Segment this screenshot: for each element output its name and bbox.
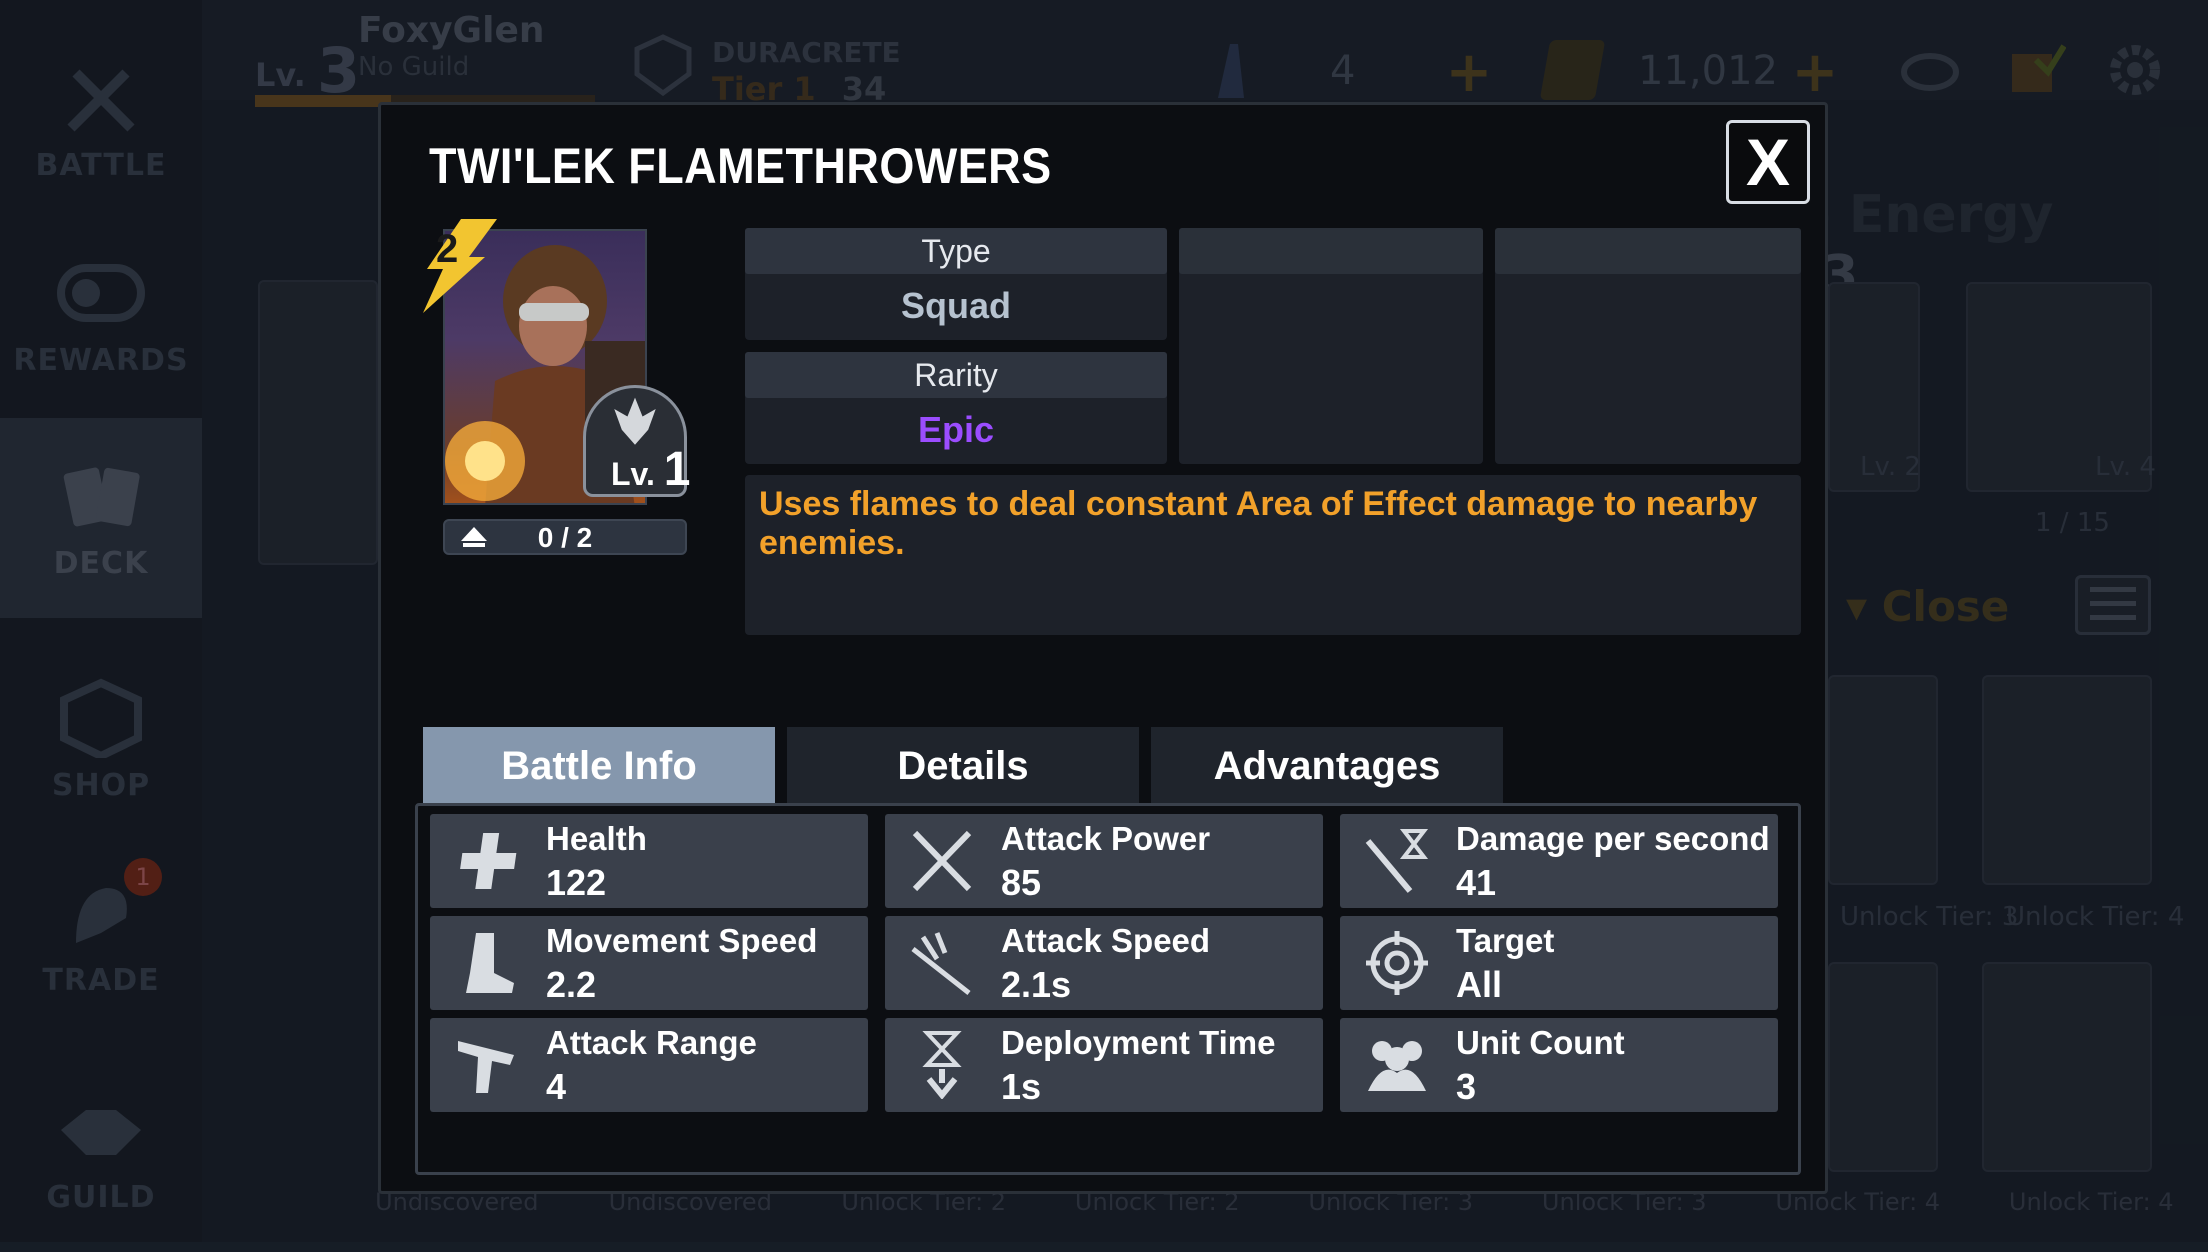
stat-label: Target: [1456, 922, 1554, 960]
stat-value: 2.1s: [1001, 964, 1071, 1006]
stat-label: Attack Power: [1001, 820, 1210, 858]
stat-attack-speed: Attack Speed 2.1s: [885, 916, 1323, 1010]
stat-value: 122: [546, 862, 606, 904]
tab-battle-info[interactable]: Battle Info: [423, 727, 775, 805]
card-level: Lv. 1: [611, 442, 690, 497]
stat-value: 1s: [1001, 1066, 1041, 1108]
card-upgrade-progress: 0 / 2: [443, 519, 687, 555]
tab-advantages[interactable]: Advantages: [1151, 727, 1503, 805]
stat-value: 41: [1456, 862, 1496, 904]
boot-icon: [454, 929, 520, 997]
stat-attack-power: Attack Power 85: [885, 814, 1323, 908]
stat-value: 3: [1456, 1066, 1476, 1108]
stat-label: Health: [546, 820, 647, 858]
crossed-swords-icon: [909, 827, 975, 895]
type-value: Squad: [745, 285, 1167, 327]
rarity-label: Rarity: [745, 352, 1167, 398]
stat-deployment-time: Deployment Time 1s: [885, 1018, 1323, 1112]
stat-value: 4: [546, 1066, 566, 1108]
unit-info-modal: TWI'LEK FLAMETHROWERS X 2 Lv. 1 0 / 2 Ty…: [378, 102, 1828, 1194]
group-icon: [1364, 1031, 1430, 1099]
stat-health: Health 122: [430, 814, 868, 908]
stat-movement-speed: Movement Speed 2.2: [430, 916, 868, 1010]
stat-value: 2.2: [546, 964, 596, 1006]
dps-hourglass-icon: [1364, 827, 1430, 895]
stat-value: 85: [1001, 862, 1041, 904]
type-label: Type: [745, 228, 1167, 274]
stat-label: Unit Count: [1456, 1024, 1625, 1062]
tab-details[interactable]: Details: [787, 727, 1139, 805]
close-button[interactable]: X: [1726, 120, 1810, 204]
blaster-icon: [454, 1031, 520, 1099]
stat-label: Damage per second: [1456, 820, 1770, 858]
attack-speed-icon: [909, 929, 975, 997]
battle-info-stats: Health 122 Attack Power 85 Damage per se…: [415, 803, 1801, 1175]
crosshair-icon: [1364, 929, 1430, 997]
rarity-value: Epic: [745, 409, 1167, 451]
stat-label: Attack Range: [546, 1024, 757, 1062]
stat-attack-range: Attack Range 4: [430, 1018, 868, 1112]
stat-damage-per-second: Damage per second 41: [1340, 814, 1778, 908]
unit-title: TWI'LEK FLAMETHROWERS: [429, 137, 1052, 195]
unit-description: Uses flames to deal constant Area of Eff…: [745, 475, 1801, 635]
stat-unit-count: Unit Count 3: [1340, 1018, 1778, 1112]
empty-attribute-slot: [1179, 228, 1483, 464]
stat-label: Movement Speed: [546, 922, 817, 960]
energy-cost-value: 2: [436, 227, 458, 272]
deploy-hourglass-icon: [909, 1031, 975, 1099]
stat-target: Target All: [1340, 916, 1778, 1010]
stat-value: All: [1456, 964, 1502, 1006]
health-cross-icon: [454, 827, 520, 895]
empty-attribute-slot: [1495, 228, 1801, 464]
stat-label: Deployment Time: [1001, 1024, 1275, 1062]
stat-label: Attack Speed: [1001, 922, 1210, 960]
